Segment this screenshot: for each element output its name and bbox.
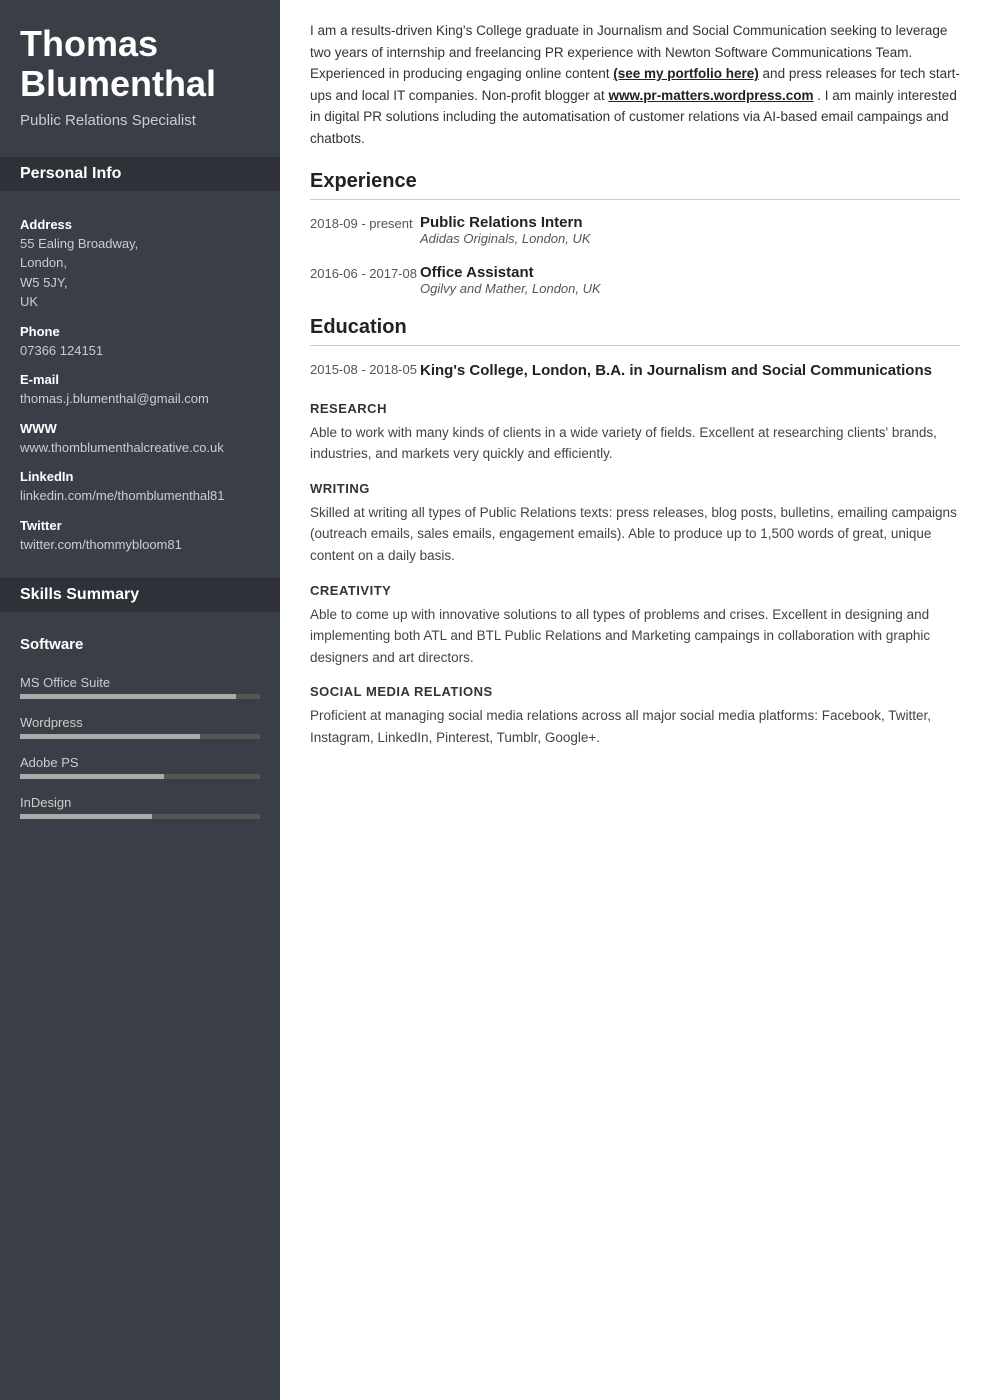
- skill-name: MS Office Suite: [20, 675, 260, 690]
- exp-org: Ogilvy and Mather, London, UK: [420, 281, 960, 296]
- skill-detail-item: SOCIAL MEDIA RELATIONS Proficient at man…: [310, 684, 960, 748]
- skill-bar-bg: [20, 734, 260, 739]
- skill-name: Adobe PS: [20, 755, 260, 770]
- skill-bar-bg: [20, 774, 260, 779]
- skill-detail-item: CREATIVITY Able to come up with innovati…: [310, 583, 960, 669]
- address-label: Address: [20, 217, 260, 232]
- education-section: Education 2015-08 - 2018-05 King's Colle…: [310, 316, 960, 381]
- linkedin-label: LinkedIn: [20, 469, 260, 484]
- experience-item: 2016-06 - 2017-08 Office Assistant Ogilv…: [310, 264, 960, 296]
- phone-value: 07366 124151: [20, 341, 260, 361]
- skills-detail-list: RESEARCH Able to work with many kinds of…: [310, 401, 960, 749]
- intro-paragraph: I am a results-driven King's College gra…: [310, 20, 960, 150]
- exp-role: Office Assistant: [420, 264, 960, 281]
- exp-date: 2018-09 - present: [310, 214, 420, 246]
- blog-link[interactable]: www.pr-matters.wordpress.com: [608, 88, 813, 103]
- experience-section-title: Experience: [310, 170, 960, 200]
- skill-item: InDesign: [20, 795, 260, 819]
- twitter-value: twitter.com/thommybloom81: [20, 535, 260, 555]
- skill-bar-bg: [20, 694, 260, 699]
- skill-item: MS Office Suite: [20, 675, 260, 699]
- personal-info-section-header: Personal Info: [0, 157, 280, 191]
- candidate-name: Thomas Blumenthal: [20, 24, 260, 103]
- software-skills-list: MS Office Suite Wordpress Adobe PS InDes…: [0, 661, 280, 849]
- skill-section-title: WRITING: [310, 481, 960, 496]
- skill-name: InDesign: [20, 795, 260, 810]
- skills-section: RESEARCH Able to work with many kinds of…: [310, 401, 960, 749]
- linkedin-value: linkedin.com/me/thomblumenthal81: [20, 486, 260, 506]
- skill-section-title: RESEARCH: [310, 401, 960, 416]
- exp-org: Adidas Originals, London, UK: [420, 231, 960, 246]
- education-section-title: Education: [310, 316, 960, 346]
- skill-bar-fill: [20, 734, 200, 739]
- skills-summary-section-header: Skills Summary: [0, 578, 280, 612]
- education-item: 2015-08 - 2018-05 King's College, London…: [310, 360, 960, 381]
- skill-desc: Proficient at managing social media rela…: [310, 705, 960, 748]
- edu-details: King's College, London, B.A. in Journali…: [420, 360, 960, 381]
- email-label: E-mail: [20, 372, 260, 387]
- software-section-header: Software: [0, 622, 280, 661]
- skill-desc: Able to come up with innovative solution…: [310, 604, 960, 669]
- email-value: thomas.j.blumenthal@gmail.com: [20, 389, 260, 409]
- skill-name: Wordpress: [20, 715, 260, 730]
- experience-list: 2018-09 - present Public Relations Inter…: [310, 214, 960, 296]
- skill-detail-item: WRITING Skilled at writing all types of …: [310, 481, 960, 567]
- exp-details: Office Assistant Ogilvy and Mather, Lond…: [420, 264, 960, 296]
- edu-date: 2015-08 - 2018-05: [310, 360, 420, 381]
- skill-bar-fill: [20, 814, 152, 819]
- sidebar-header: Thomas Blumenthal Public Relations Speci…: [0, 0, 280, 147]
- skill-item: Wordpress: [20, 715, 260, 739]
- skill-bar-fill: [20, 774, 164, 779]
- exp-date: 2016-06 - 2017-08: [310, 264, 420, 296]
- experience-item: 2018-09 - present Public Relations Inter…: [310, 214, 960, 246]
- skill-section-title: SOCIAL MEDIA RELATIONS: [310, 684, 960, 699]
- skill-section-title: CREATIVITY: [310, 583, 960, 598]
- edu-degree: King's College, London, B.A. in Journali…: [420, 360, 960, 381]
- experience-section: Experience 2018-09 - present Public Rela…: [310, 170, 960, 296]
- main-content: I am a results-driven King's College gra…: [280, 0, 990, 1400]
- sidebar: Thomas Blumenthal Public Relations Speci…: [0, 0, 280, 1400]
- skill-detail-item: RESEARCH Able to work with many kinds of…: [310, 401, 960, 465]
- address-value: 55 Ealing Broadway,London,W5 5JY,UK: [20, 234, 260, 312]
- skill-item: Adobe PS: [20, 755, 260, 779]
- candidate-title: Public Relations Specialist: [20, 111, 260, 131]
- exp-details: Public Relations Intern Adidas Originals…: [420, 214, 960, 246]
- exp-role: Public Relations Intern: [420, 214, 960, 231]
- skill-desc: Able to work with many kinds of clients …: [310, 422, 960, 465]
- twitter-label: Twitter: [20, 518, 260, 533]
- skill-bar-bg: [20, 814, 260, 819]
- phone-label: Phone: [20, 324, 260, 339]
- portfolio-link[interactable]: (see my portfolio here): [613, 66, 759, 81]
- www-value: www.thomblumenthalcreative.co.uk: [20, 438, 260, 458]
- education-list: 2015-08 - 2018-05 King's College, London…: [310, 360, 960, 381]
- skill-desc: Skilled at writing all types of Public R…: [310, 502, 960, 567]
- personal-info-content: Address 55 Ealing Broadway,London,W5 5JY…: [0, 191, 280, 569]
- www-label: WWW: [20, 421, 260, 436]
- skill-bar-fill: [20, 694, 236, 699]
